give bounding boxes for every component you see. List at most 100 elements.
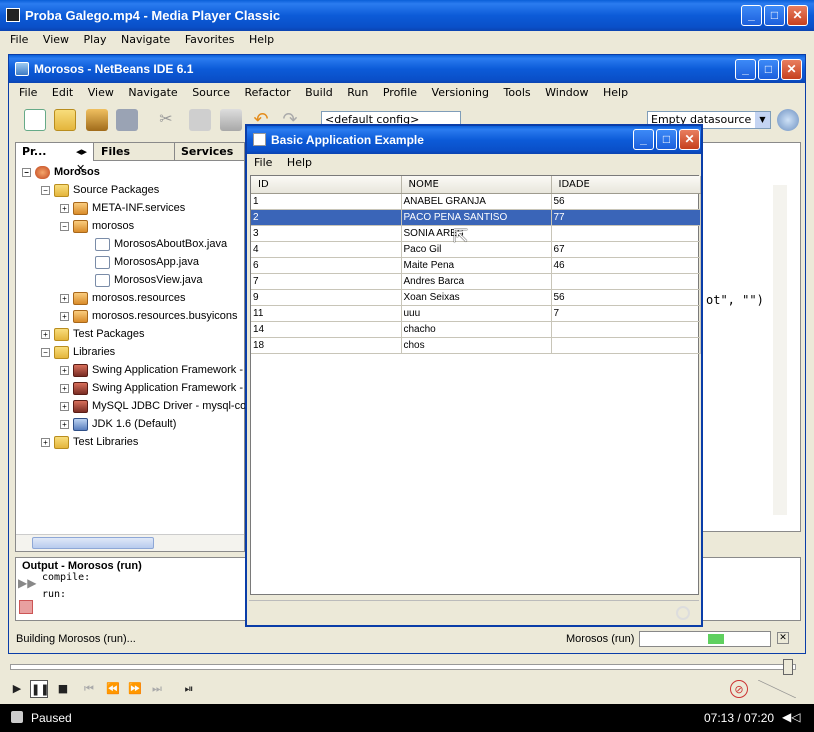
table-row[interactable]: 7 Andres Barca xyxy=(251,273,701,290)
cell-nome[interactable]: Paco Gil xyxy=(401,241,552,258)
netbeans-maximize-button[interactable]: □ xyxy=(758,59,779,80)
mpc-menu-favorites[interactable]: Favorites xyxy=(185,33,235,46)
collapse-icon[interactable]: − xyxy=(60,221,69,231)
cell-nome[interactable]: uuu xyxy=(401,305,552,322)
copy-icon[interactable] xyxy=(189,109,211,131)
column-header-nome[interactable]: NOME xyxy=(401,176,552,194)
table-row[interactable]: 2 PACO PENA SANTISO 77 xyxy=(251,209,701,226)
cell-idade[interactable] xyxy=(551,321,701,338)
volume-slider[interactable] xyxy=(758,680,796,698)
editor-scrollbar[interactable] xyxy=(773,185,787,515)
nb-menu-source[interactable]: Source xyxy=(192,86,230,99)
nb-menu-tools[interactable]: Tools xyxy=(504,86,531,99)
tree-node-source-packages[interactable]: − Source Packages xyxy=(41,181,159,199)
collapse-icon[interactable]: − xyxy=(22,167,31,177)
refresh-datasource-icon[interactable] xyxy=(777,109,799,131)
open-project-icon[interactable] xyxy=(86,109,108,131)
mpc-menu-help[interactable]: Help xyxy=(249,33,274,46)
mpc-close-button[interactable]: ✕ xyxy=(787,5,808,26)
collapse-icon[interactable]: − xyxy=(41,185,50,195)
table-row[interactable]: 18 chos xyxy=(251,337,701,354)
cell-nome[interactable]: Maite Pena xyxy=(401,257,552,274)
expand-icon[interactable]: + xyxy=(60,419,69,429)
tab-projects[interactable]: Pr... ◂▸ ✕ xyxy=(16,143,94,175)
nb-menu-window[interactable]: Window xyxy=(545,86,588,99)
netbeans-close-button[interactable]: ✕ xyxy=(781,59,802,80)
expand-icon[interactable]: + xyxy=(60,365,69,375)
expand-icon[interactable]: + xyxy=(41,437,50,447)
tree-node-morosos[interactable]: − morosos xyxy=(60,217,134,235)
expand-icon[interactable]: + xyxy=(60,401,69,411)
collapse-icon[interactable]: − xyxy=(41,347,50,357)
app-menu-file[interactable]: File xyxy=(254,156,272,169)
cell-nome[interactable]: chos xyxy=(401,337,552,354)
scroll-thumb[interactable] xyxy=(32,537,154,549)
tab-files[interactable]: Files xyxy=(96,143,170,161)
rewind-button[interactable]: ⏪ xyxy=(104,680,122,698)
cell-idade[interactable]: 56 xyxy=(551,193,701,210)
tree-node-resources[interactable]: + morosos.resources xyxy=(60,289,186,307)
mpc-menu-navigate[interactable]: Navigate xyxy=(121,33,170,46)
expand-icon[interactable]: + xyxy=(60,293,69,303)
pause-button[interactable]: ❚❚ xyxy=(30,680,49,698)
netbeans-minimize-button[interactable]: _ xyxy=(735,59,756,80)
cell-idade[interactable] xyxy=(551,337,701,354)
table-row[interactable]: 11 uuu 7 xyxy=(251,305,701,322)
mpc-menu-play[interactable]: Play xyxy=(84,33,107,46)
save-all-icon[interactable] xyxy=(116,109,138,131)
cell-nome[interactable]: PACO PENA SANTISO xyxy=(401,209,552,226)
new-project-icon[interactable] xyxy=(54,109,76,131)
cell-id[interactable]: 1 xyxy=(251,193,402,210)
skip-back-button[interactable]: ⏮ xyxy=(80,680,98,698)
tree-node-lib-saf-1[interactable]: + Swing Application Framework - xyxy=(60,361,243,379)
cell-idade[interactable] xyxy=(551,225,701,242)
nb-menu-edit[interactable]: Edit xyxy=(52,86,73,99)
netbeans-title-bar[interactable]: Morosos - NetBeans IDE 6.1 _ □ ✕ xyxy=(9,55,805,83)
nb-menu-view[interactable]: View xyxy=(88,86,114,99)
forward-button[interactable]: ⏩ xyxy=(126,680,144,698)
mpc-maximize-button[interactable]: □ xyxy=(764,5,785,26)
stop-icon[interactable] xyxy=(19,600,33,614)
cell-id[interactable]: 6 xyxy=(251,257,402,274)
tree-node-test-packages[interactable]: + Test Packages xyxy=(41,325,145,343)
nb-menu-profile[interactable]: Profile xyxy=(383,86,417,99)
nb-menu-refactor[interactable]: Refactor xyxy=(244,86,290,99)
expand-icon[interactable]: + xyxy=(60,383,69,393)
mpc-minimize-button[interactable]: _ xyxy=(741,5,762,26)
nb-menu-versioning[interactable]: Versioning xyxy=(432,86,489,99)
mpc-menu-view[interactable]: View xyxy=(43,33,69,46)
cell-idade[interactable]: 56 xyxy=(551,289,701,306)
tree-node-libraries[interactable]: − Libraries xyxy=(41,343,115,361)
column-header-id[interactable]: ID xyxy=(251,176,402,194)
cell-id[interactable]: 2 xyxy=(251,209,402,226)
app-close-button[interactable]: ✕ xyxy=(679,129,700,150)
tree-node-lib-mysql[interactable]: + MySQL JDBC Driver - mysql-co xyxy=(60,397,246,415)
tab-services[interactable]: Services xyxy=(174,143,246,161)
cell-id[interactable]: 3 xyxy=(251,225,402,242)
data-table[interactable]: ID NOME IDADE 1 ANABEL GRANJA 56 2 PACO PENA… xyxy=(250,175,701,595)
cancel-build-icon[interactable]: ✕ xyxy=(777,632,789,644)
cell-nome[interactable]: SONIA ARES xyxy=(401,225,552,242)
table-row[interactable]: 3 SONIA ARES xyxy=(251,225,701,242)
tree-node-meta-inf[interactable]: + META-INF.services xyxy=(60,199,185,217)
tree-node-view[interactable]: MorososView.java xyxy=(95,271,202,289)
app-title-bar[interactable]: Basic Application Example _ □ ✕ xyxy=(247,126,701,154)
expand-icon[interactable]: + xyxy=(60,203,69,213)
frame-step-button[interactable]: ⏯ xyxy=(180,680,198,698)
cell-idade[interactable]: 77 xyxy=(551,209,701,226)
tree-node-app[interactable]: MorososApp.java xyxy=(95,253,199,271)
table-row[interactable]: 1 ANABEL GRANJA 56 xyxy=(251,193,701,210)
tree-node-aboutbox[interactable]: MorososAboutBox.java xyxy=(95,235,227,253)
app-maximize-button[interactable]: □ xyxy=(656,129,677,150)
skip-forward-button[interactable]: ⏭ xyxy=(148,680,166,698)
tree-node-busyicons[interactable]: + morosos.resources.busyicons xyxy=(60,307,238,325)
expand-icon[interactable]: + xyxy=(60,311,69,321)
cell-id[interactable]: 9 xyxy=(251,289,402,306)
cell-id[interactable]: 11 xyxy=(251,305,402,322)
cell-idade[interactable]: 67 xyxy=(551,241,701,258)
cell-nome[interactable]: Xoan Seixas xyxy=(401,289,552,306)
table-row[interactable]: 4 Paco Gil 67 xyxy=(251,241,701,258)
app-minimize-button[interactable]: _ xyxy=(633,129,654,150)
nb-menu-help[interactable]: Help xyxy=(603,86,628,99)
expand-icon[interactable]: + xyxy=(41,329,50,339)
